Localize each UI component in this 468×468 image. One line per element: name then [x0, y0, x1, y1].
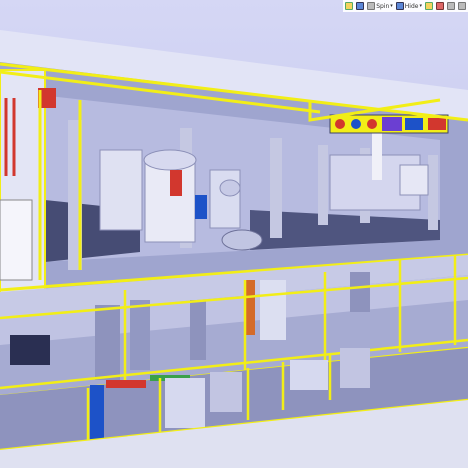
orbit-button[interactable]	[345, 2, 354, 10]
refresh-icon	[356, 2, 365, 10]
3d-viewport[interactable]: Spin ▾ Hide ▾	[0, 0, 468, 468]
chevron-down-icon: ▾	[390, 3, 393, 9]
spin-label: Spin	[376, 2, 390, 10]
pipe-rack	[329, 114, 449, 134]
settings-button[interactable]	[458, 2, 466, 10]
view-cube-button[interactable]	[425, 2, 433, 10]
camera-icon	[447, 2, 455, 10]
section-icon	[436, 2, 444, 10]
view-cube-icon	[425, 2, 433, 10]
chevron-down-icon: ▾	[419, 3, 422, 9]
camera-button[interactable]	[447, 2, 455, 10]
orbit-icon	[345, 2, 354, 10]
settings-icon	[458, 2, 466, 10]
hide-label: Hide	[404, 2, 419, 10]
hide-button[interactable]: Hide ▾	[395, 2, 422, 10]
building-model-scene[interactable]	[0, 0, 468, 468]
spin-icon	[367, 2, 376, 10]
refresh-button[interactable]	[356, 2, 365, 10]
spin-button[interactable]: Spin ▾	[367, 2, 393, 10]
hide-icon	[395, 2, 404, 10]
section-button[interactable]	[436, 2, 444, 10]
view-toolbar: Spin ▾ Hide ▾	[343, 0, 468, 12]
